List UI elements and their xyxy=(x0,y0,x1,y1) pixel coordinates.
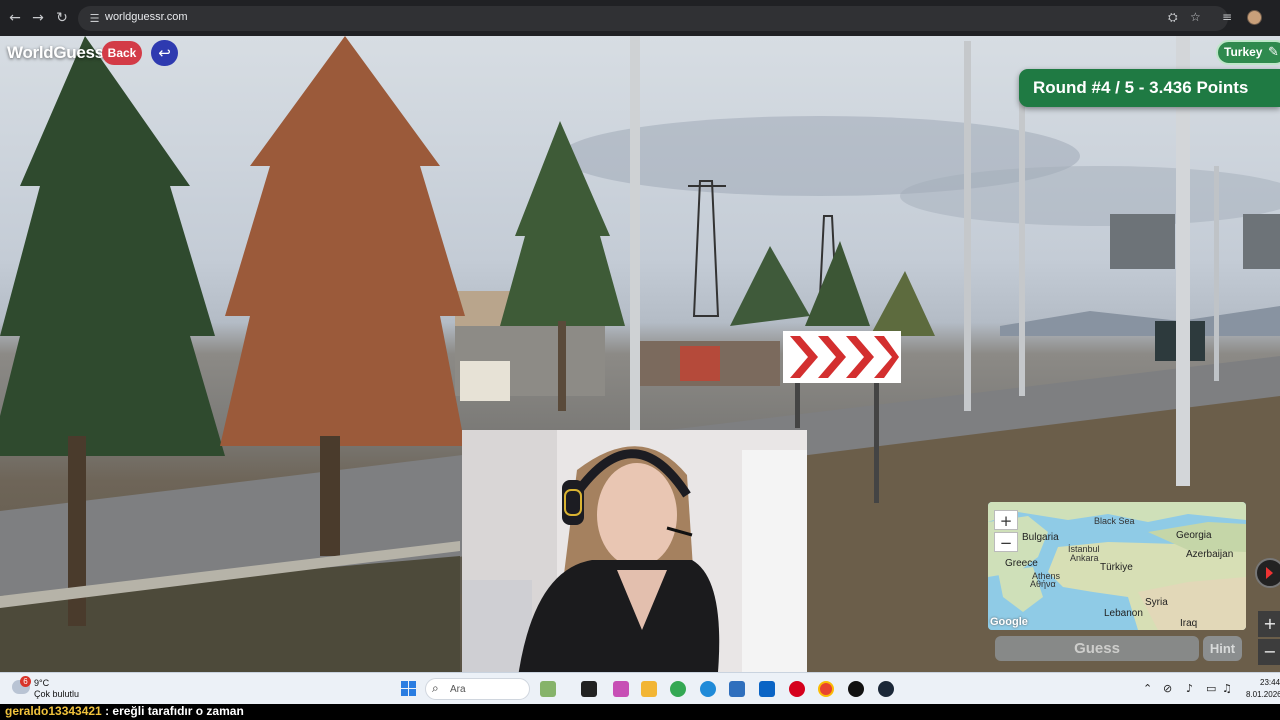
clock-time[interactable]: 23:44 xyxy=(1260,678,1280,687)
back-button[interactable]: Back xyxy=(102,41,142,65)
map-label-ankara: Ankara xyxy=(1070,553,1099,563)
forward-arrow-icon[interactable]: → xyxy=(29,9,47,27)
map-label-athens-local: Αθήνα xyxy=(1030,579,1056,589)
file-explorer-icon[interactable] xyxy=(641,681,657,697)
outlook-icon[interactable] xyxy=(759,681,775,697)
weather-description: Çok bulutlu xyxy=(34,689,80,699)
country-label: Turkey xyxy=(1224,45,1263,59)
webcam-overlay xyxy=(462,430,807,684)
steam-icon[interactable] xyxy=(878,681,894,697)
map-label-turkiye: Türkiye xyxy=(1100,562,1133,573)
taskbar-search[interactable]: ⌕ Ara xyxy=(425,678,530,700)
map-label-black-sea: Black Sea xyxy=(1094,516,1135,526)
country-filter-pill[interactable]: Turkey ✎ xyxy=(1216,40,1280,65)
chrome-icon[interactable] xyxy=(670,681,686,697)
tab-search-icon[interactable]: ≡ xyxy=(1222,10,1232,24)
pencil-icon: ✎ xyxy=(1268,45,1279,60)
map-label-syria: Syria xyxy=(1145,597,1168,608)
back-arrow-icon[interactable]: ← xyxy=(6,9,24,27)
address-bar[interactable]: ☰ worldguessr.com xyxy=(78,6,1228,31)
tray-app-icon[interactable]: ⊘ xyxy=(1163,682,1172,695)
search-icon: ⌕ xyxy=(432,681,439,695)
chat-username: geraldo13343421 xyxy=(5,704,102,718)
browser-toolbar: ← → ↻ ☰ worldguessr.com ⛭ ☆ ≡ xyxy=(0,0,1280,36)
chrome-active-icon[interactable] xyxy=(818,681,834,697)
map-label-georgia: Georgia xyxy=(1176,530,1212,541)
store-icon[interactable] xyxy=(729,681,745,697)
edge-icon[interactable] xyxy=(700,681,716,697)
minimap-zoom-in-button[interactable]: + xyxy=(994,510,1018,530)
widget-app-icon[interactable] xyxy=(540,681,556,697)
notification-badge: 6 xyxy=(20,676,31,687)
minimap-zoom-out-button[interactable]: − xyxy=(994,532,1018,552)
bookmark-star-icon[interactable]: ☆ xyxy=(1190,10,1201,24)
app-icon[interactable] xyxy=(613,681,629,697)
task-view-icon[interactable] xyxy=(581,681,597,697)
map-label-azerbaijan: Azerbaijan xyxy=(1186,549,1234,560)
volume-icon[interactable]: ♫ xyxy=(1222,682,1232,695)
url-text: worldguessr.com xyxy=(105,11,188,23)
map-label-bulgaria: Bulgaria xyxy=(1022,532,1059,543)
chat-message: : ereğli tarafıdır o zaman xyxy=(101,704,244,718)
return-to-start-icon[interactable]: ↩ xyxy=(151,40,178,66)
network-icon[interactable]: ▭ xyxy=(1206,682,1216,695)
weather-temperature: 9°C xyxy=(34,678,50,688)
view-zoom-in-button[interactable]: + xyxy=(1258,611,1280,637)
guess-minimap[interactable]: + − Black Sea Bulgaria Georgia İstanbul … xyxy=(988,502,1246,630)
google-logo: Google xyxy=(990,616,1028,628)
worldguessr-logo: WorldGuessr xyxy=(7,43,111,62)
map-label-iraq: Iraq xyxy=(1180,618,1198,629)
map-label-lebanon: Lebanon xyxy=(1104,608,1143,619)
profile-avatar[interactable] xyxy=(1247,10,1262,25)
obs-icon[interactable] xyxy=(848,681,864,697)
windows-taskbar: 6 9°C Çok bulutlu ⌕ Ara ⌃ ⊘ ♪ ▭ ♫ 23:44 … xyxy=(0,672,1280,704)
stream-chat-bar: geraldo13343421 : ereğli tarafıdır o zam… xyxy=(0,704,1280,720)
compass-icon[interactable] xyxy=(1255,558,1280,588)
windows-start-icon[interactable] xyxy=(401,681,416,696)
search-placeholder: Ara xyxy=(450,684,466,695)
tray-chevron-icon[interactable]: ⌃ xyxy=(1143,682,1152,695)
site-info-icon[interactable]: ☰ xyxy=(87,11,102,26)
view-zoom-out-button[interactable]: − xyxy=(1258,639,1280,665)
microphone-icon[interactable]: ♪ xyxy=(1186,682,1193,695)
reload-icon[interactable]: ↻ xyxy=(53,9,71,27)
hint-button[interactable]: Hint xyxy=(1203,636,1242,661)
clock-date[interactable]: 8.01.2026 xyxy=(1246,690,1280,699)
translate-icon[interactable]: ⛭ xyxy=(1168,10,1178,25)
round-banner: Round #4 / 5 - 3.436 Points xyxy=(1019,69,1280,107)
streamer-webcam-image xyxy=(462,430,807,684)
guess-button[interactable]: Guess xyxy=(995,636,1199,661)
map-label-greece: Greece xyxy=(1005,558,1038,569)
opera-icon[interactable] xyxy=(789,681,805,697)
